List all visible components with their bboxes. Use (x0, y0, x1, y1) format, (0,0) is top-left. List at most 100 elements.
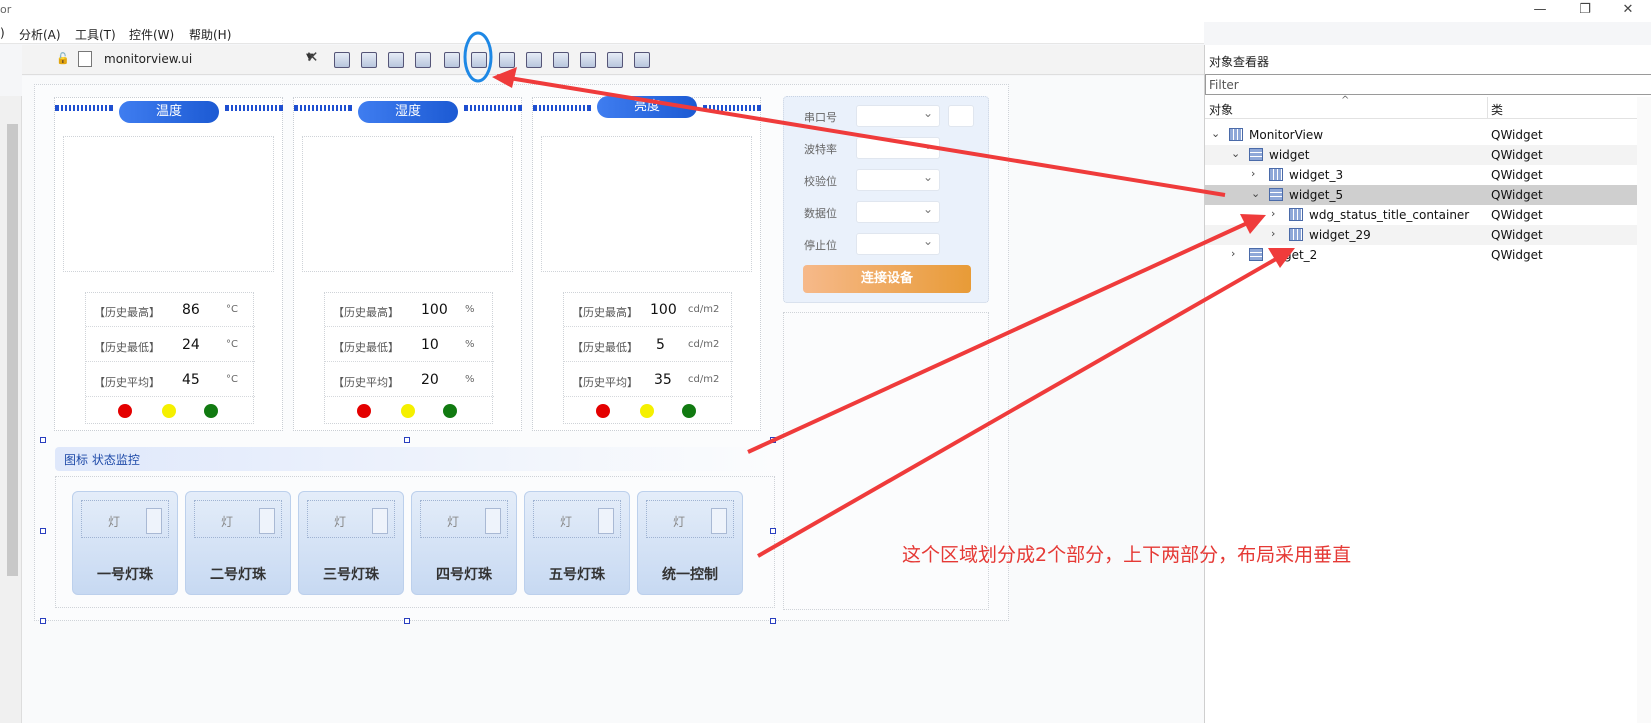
tree-row[interactable]: › widget_29 QWidget (1205, 225, 1637, 245)
minimize-button[interactable]: — (1520, 0, 1560, 22)
inspector-scrollbar[interactable] (1637, 97, 1651, 723)
left-scrollbar[interactable] (7, 124, 18, 576)
layout-horizontal-icon[interactable] (444, 52, 460, 68)
stat-unit: % (465, 339, 475, 350)
stat-value: 86 (182, 302, 200, 318)
tree-row[interactable]: ⌄ MonitorView QWidget (1205, 125, 1637, 145)
panel-title: 对象查看器 (1209, 55, 1270, 69)
selection-handle[interactable] (40, 437, 46, 443)
tree-row[interactable]: ⌄ widget QWidget (1205, 145, 1637, 165)
stopbits-combo[interactable] (856, 233, 940, 255)
object-class: QWidget (1491, 248, 1543, 262)
stat-unit: °C (226, 374, 238, 385)
tree-row[interactable]: › idget_2 QWidget (1205, 245, 1637, 265)
col-object[interactable]: 对象 (1209, 101, 1233, 118)
lamp-square (146, 508, 162, 534)
expanded-chevron-icon[interactable]: ⌄ (1231, 147, 1240, 160)
selection-handle[interactable] (40, 528, 46, 534)
lamp-button-4[interactable]: 灯四号灯珠 (411, 491, 517, 595)
edit-tab-order-icon[interactable] (415, 52, 431, 68)
title-decoration (55, 105, 113, 111)
lamp-button-unified[interactable]: 灯统一控制 (637, 491, 743, 595)
layout-vertical-splitter-icon[interactable] (526, 52, 542, 68)
selection-handle[interactable] (770, 528, 776, 534)
connect-device-button[interactable]: 连接设备 (803, 265, 971, 293)
stat-label: 【历史最高】 (94, 306, 160, 319)
edit-signals-icon[interactable] (361, 52, 377, 68)
lamp-button-1[interactable]: 灯一号灯珠 (72, 491, 178, 595)
databits-combo[interactable] (856, 201, 940, 223)
parity-label: 校验位 (804, 175, 837, 188)
lamp-button-3[interactable]: 灯三号灯珠 (298, 491, 404, 595)
object-class: QWidget (1491, 168, 1543, 182)
menu-item-tools[interactable]: 工具(T) (75, 26, 116, 43)
title-decoration (294, 105, 352, 111)
stat-unit: cd/m2 (688, 304, 720, 315)
filter-input[interactable]: Filter (1205, 74, 1651, 95)
menu-item-help[interactable]: 帮助(H) (189, 26, 231, 43)
selection-handle[interactable] (40, 618, 46, 624)
edit-buddies-icon[interactable] (388, 52, 404, 68)
object-class: QWidget (1491, 208, 1543, 222)
collapsed-chevron-icon[interactable]: › (1271, 207, 1275, 220)
collapsed-chevron-icon[interactable]: › (1231, 247, 1235, 260)
baud-combo[interactable] (856, 137, 940, 159)
file-selector[interactable]: 🔓 monitorview.ui ▼ (56, 50, 318, 70)
menu-item-widgets[interactable]: 控件(W) (129, 26, 174, 43)
selection-handle[interactable] (404, 437, 410, 443)
tree-row[interactable]: › wdg_status_title_container QWidget (1205, 205, 1637, 225)
col-class[interactable]: 类 (1491, 101, 1503, 118)
brightness-card[interactable]: 亮度 【历史最高】 100 cd/m2 【历史最低】 5 cd/m2 【历史平均】 35 c… (532, 96, 761, 431)
selection-handle[interactable] (770, 618, 776, 624)
menu-item-analyze[interactable]: 分析(A) (19, 26, 61, 43)
hbox-layout-icon (1229, 128, 1243, 141)
tree-header: 对象 ^ 类 (1205, 95, 1651, 119)
stat-value: 24 (182, 337, 200, 353)
collapsed-chevron-icon[interactable]: › (1251, 167, 1255, 180)
selection-handle[interactable] (404, 618, 410, 624)
lock-icon: 🔓 (56, 52, 70, 65)
title-decoration (533, 105, 591, 111)
close-file-icon[interactable]: ✕ (306, 48, 319, 66)
lamp-icon-label: 灯 (447, 515, 460, 529)
left-dock-strip (0, 96, 22, 723)
tree-row[interactable]: › widget_3 QWidget (1205, 165, 1637, 185)
section-title-text: 图标 状态监控 (64, 453, 140, 467)
restore-button[interactable]: ❐ (1565, 0, 1605, 22)
menu-item-partial[interactable]: ) (0, 26, 5, 40)
collapsed-chevron-icon[interactable]: › (1271, 227, 1275, 240)
lamp-button-5[interactable]: 灯五号灯珠 (524, 491, 630, 595)
lamp-name: 二号灯珠 (210, 567, 266, 583)
lamp-name: 统一控制 (662, 567, 718, 583)
lamp-name: 一号灯珠 (97, 567, 153, 583)
parity-combo[interactable] (856, 169, 940, 191)
refresh-port-button[interactable] (948, 105, 974, 127)
break-layout-icon[interactable] (607, 52, 623, 68)
expanded-chevron-icon[interactable]: ⌄ (1211, 127, 1220, 140)
layout-horizontal-splitter-icon[interactable] (499, 52, 515, 68)
layout-grid-icon[interactable] (580, 52, 596, 68)
object-name: widget (1269, 148, 1310, 162)
databits-label: 数据位 (804, 207, 837, 220)
close-window-button[interactable]: ✕ (1608, 0, 1648, 22)
adjust-size-icon[interactable] (634, 52, 650, 68)
humidity-card[interactable]: 湿度 【历史最高】 100% 【历史最低】 10% 【历史平均】 20% (293, 97, 522, 431)
layout-form-icon[interactable] (553, 52, 569, 68)
object-name: widget_29 (1309, 228, 1371, 242)
selection-handle[interactable] (770, 437, 776, 443)
edit-widgets-icon[interactable] (334, 52, 350, 68)
chart-placeholder (302, 136, 513, 272)
temperature-card[interactable]: 温度 【历史最高】 86 °C 【历史最低】 24 °C 【历史平均】 45 °C (54, 97, 283, 431)
stat-label: 【历史最高】 (333, 306, 399, 319)
port-combo[interactable] (856, 105, 940, 127)
lamp-indicator: 灯 (646, 500, 734, 538)
vbox-layout-icon (1249, 248, 1263, 261)
lamp-button-2[interactable]: 灯二号灯珠 (185, 491, 291, 595)
title-decoration (464, 105, 522, 111)
layout-vertical-icon[interactable] (471, 52, 487, 68)
menu-bar: ) 分析(A) 工具(T) 控件(W) 帮助(H) (0, 22, 1204, 44)
object-name: widget_5 (1289, 188, 1344, 202)
expanded-chevron-icon[interactable]: ⌄ (1251, 187, 1260, 200)
tree-row-selected[interactable]: ⌄ widget_5 QWidget (1205, 185, 1637, 205)
lamp-indicator: 灯 (533, 500, 621, 538)
